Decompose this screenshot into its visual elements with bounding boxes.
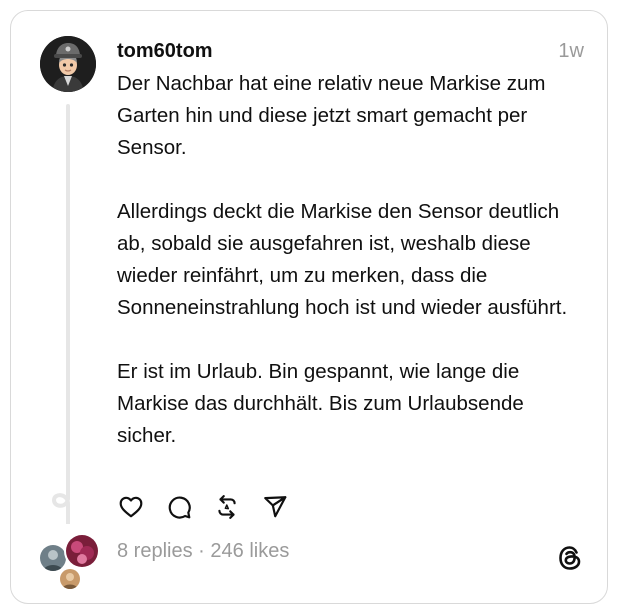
threads-logo-icon[interactable] <box>555 543 585 573</box>
timestamp: 1w <box>558 40 584 62</box>
reply-button[interactable] <box>162 490 196 524</box>
reply-avatar-image <box>66 535 98 567</box>
reply-avatar[interactable] <box>64 533 100 569</box>
thread-line <box>66 104 70 500</box>
likes-count[interactable]: 246 likes <box>210 540 289 562</box>
post-paragraph: Allerdings deckt die Markise den Sensor … <box>117 200 568 319</box>
username[interactable]: tom60tom <box>117 38 213 64</box>
action-bar <box>114 490 306 524</box>
share-button[interactable] <box>258 490 292 524</box>
like-button[interactable] <box>114 490 148 524</box>
post-paragraph: Er ist im Urlaub. Bin gespannt, wie lang… <box>117 360 524 447</box>
repost-button[interactable] <box>210 490 244 524</box>
repost-icon <box>218 495 236 519</box>
post-stats: 8 replies · 246 likes <box>117 538 289 564</box>
post-body: Der Nachbar hat eine relativ neue Markis… <box>117 68 587 484</box>
profile-avatar[interactable] <box>40 36 96 92</box>
send-icon <box>264 496 287 518</box>
thread-curl-icon <box>51 488 70 524</box>
comment-icon <box>168 496 191 519</box>
heart-icon <box>119 496 143 518</box>
reply-avatar-image <box>40 545 66 571</box>
reply-avatar-image <box>60 569 80 589</box>
avatar-image <box>40 36 96 92</box>
replies-count[interactable]: 8 replies <box>117 540 193 562</box>
stats-separator: · <box>192 540 211 562</box>
post-paragraph: Der Nachbar hat eine relativ neue Markis… <box>117 72 546 159</box>
reply-avatar[interactable] <box>58 567 82 591</box>
